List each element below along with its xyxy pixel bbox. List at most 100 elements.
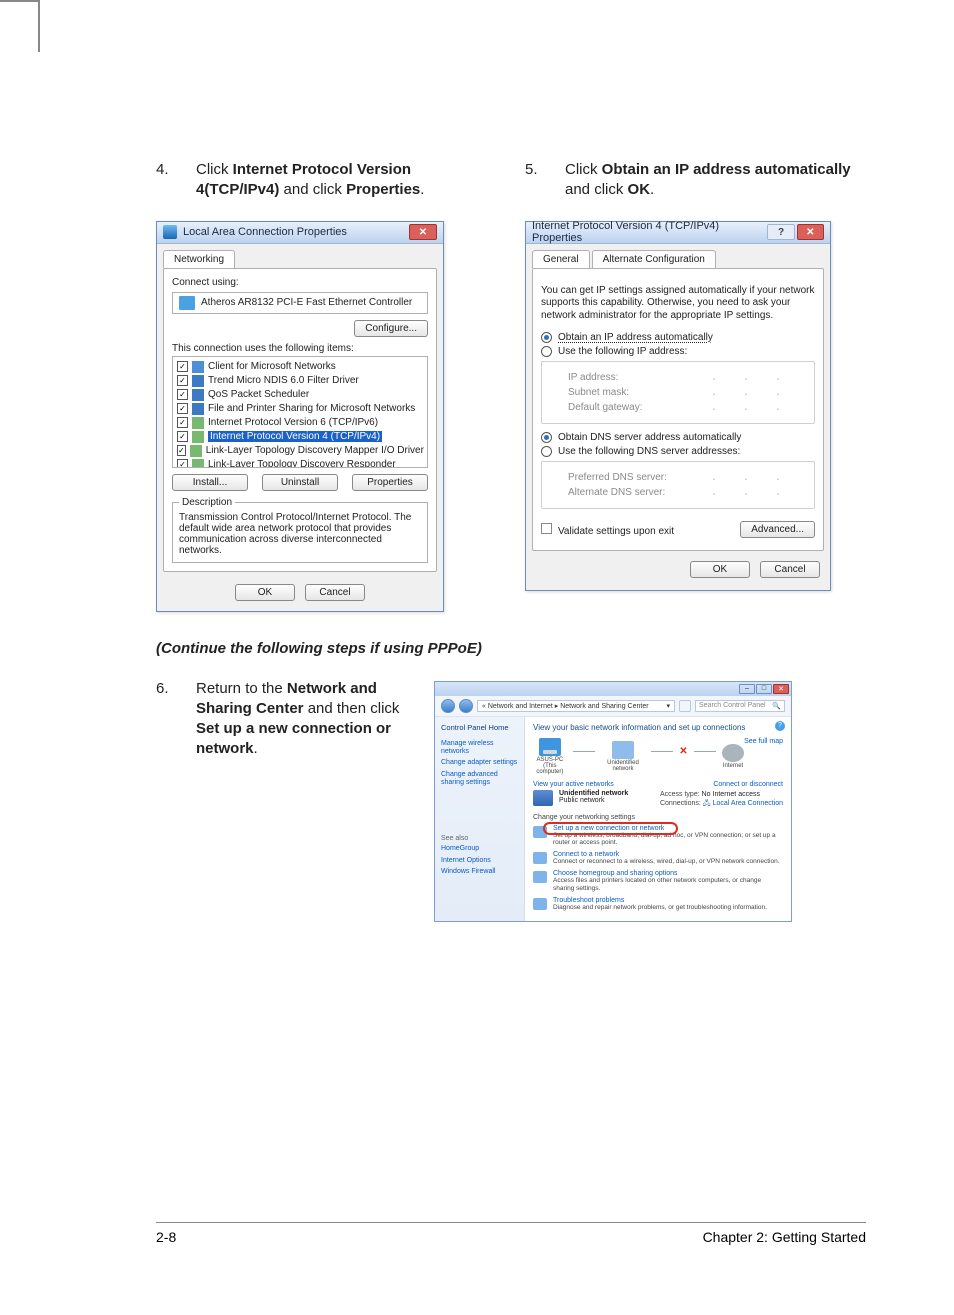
sidebar-link[interactable]: Windows Firewall bbox=[441, 868, 518, 876]
help-icon[interactable]: ? bbox=[775, 721, 785, 731]
subnet-field: . . . bbox=[696, 387, 806, 398]
connections-link[interactable]: Local Area Connection bbox=[713, 800, 783, 807]
list-item: ✓Internet Protocol Version 6 (TCP/IPv6) bbox=[177, 416, 423, 430]
sidebar-link[interactable]: Change advanced sharing settings bbox=[441, 771, 518, 788]
gateway-field: . . . bbox=[696, 402, 806, 413]
t-bold: Properties bbox=[346, 181, 420, 198]
checkbox-icon[interactable]: ✓ bbox=[177, 361, 188, 372]
checkbox-icon[interactable]: ✓ bbox=[177, 389, 188, 400]
dns-fields-group: Preferred DNS server:. . . Alternate DNS… bbox=[541, 461, 815, 509]
radio-icon bbox=[541, 332, 552, 343]
pref-dns-field: . . . bbox=[696, 472, 806, 483]
configure-button[interactable]: Configure... bbox=[354, 320, 428, 337]
validate-label: Validate settings upon exit bbox=[558, 526, 674, 537]
connect-disconnect-link[interactable]: Connect or disconnect bbox=[713, 781, 783, 788]
search-placeholder: Search Control Panel bbox=[699, 702, 766, 709]
alt-dns-label: Alternate DNS server: bbox=[568, 487, 688, 498]
step-6: 6. Return to the Network and Sharing Cen… bbox=[156, 679, 406, 760]
sidebar: Control Panel Home Manage wireless netwo… bbox=[435, 717, 525, 922]
panel-heading: View your basic network information and … bbox=[533, 723, 783, 732]
close-icon[interactable]: ✕ bbox=[797, 224, 824, 240]
breadcrumb[interactable]: « Network and Internet ▸ Network and Sha… bbox=[477, 700, 675, 712]
close-icon[interactable]: ✕ bbox=[409, 224, 437, 240]
task-icon bbox=[533, 826, 547, 838]
control-panel-home-link[interactable]: Control Panel Home bbox=[441, 723, 518, 732]
sidebar-link[interactable]: HomeGroup bbox=[441, 845, 518, 853]
tab-networking[interactable]: Networking bbox=[163, 250, 235, 268]
obtain-dns-radio[interactable]: Obtain DNS server address automatically bbox=[541, 432, 815, 443]
radio-label: Use the following IP address: bbox=[558, 346, 687, 357]
task-subtitle: Connect or reconnect to a wireless, wire… bbox=[553, 858, 780, 866]
task-connect-network[interactable]: Connect to a network Connect or reconnec… bbox=[533, 851, 783, 866]
internet-icon bbox=[722, 744, 744, 762]
use-ip-radio[interactable]: Use the following IP address: bbox=[541, 346, 815, 357]
step-text: Return to the Network and Sharing Center… bbox=[196, 679, 406, 760]
explain-text: You can get IP settings assigned automat… bbox=[541, 285, 815, 323]
nav-bar: « Network and Internet ▸ Network and Sha… bbox=[435, 696, 791, 717]
network-icon bbox=[612, 741, 634, 759]
t-bold: Set up a new connection or network bbox=[196, 720, 391, 757]
validate-checkbox[interactable]: Validate settings upon exit bbox=[541, 523, 674, 537]
checkbox-icon[interactable]: ✓ bbox=[177, 417, 188, 428]
see-full-map-link[interactable]: See full map bbox=[744, 738, 783, 745]
refresh-icon[interactable] bbox=[679, 700, 691, 712]
cancel-button[interactable]: Cancel bbox=[760, 561, 820, 578]
sidebar-link[interactable]: Manage wireless networks bbox=[441, 740, 518, 757]
task-homegroup[interactable]: Choose homegroup and sharing options Acc… bbox=[533, 870, 783, 893]
networking-panel: Connect using: Atheros AR8132 PCI-E Fast… bbox=[163, 268, 437, 572]
titlebar: Local Area Connection Properties ✕ bbox=[157, 222, 443, 244]
search-input[interactable]: Search Control Panel 🔍 bbox=[695, 700, 785, 712]
help-icon[interactable]: ? bbox=[767, 224, 794, 240]
titlebar: Internet Protocol Version 4 (TCP/IPv4) P… bbox=[526, 222, 830, 244]
uninstall-button[interactable]: Uninstall bbox=[262, 474, 338, 491]
checkbox-icon[interactable]: ✓ bbox=[177, 403, 188, 414]
checkbox-icon[interactable]: ✓ bbox=[177, 375, 188, 386]
tab-alternate-configuration[interactable]: Alternate Configuration bbox=[592, 250, 716, 268]
window-body: Control Panel Home Manage wireless netwo… bbox=[435, 717, 791, 922]
checkbox-icon[interactable]: ✓ bbox=[177, 459, 188, 468]
adapter-field[interactable]: Atheros AR8132 PCI-E Fast Ethernet Contr… bbox=[172, 292, 428, 314]
component-icon bbox=[192, 375, 204, 387]
back-icon[interactable] bbox=[441, 699, 455, 713]
sidebar-link[interactable]: Change adapter settings bbox=[441, 759, 518, 767]
task-subtitle: Diagnose and repair network problems, or… bbox=[553, 904, 767, 912]
protocol-icon bbox=[190, 445, 202, 457]
ok-button[interactable]: OK bbox=[235, 584, 295, 601]
properties-button[interactable]: Properties bbox=[352, 474, 428, 491]
step-6-text-col: 6. Return to the Network and Sharing Cen… bbox=[156, 679, 406, 923]
step-6-row: 6. Return to the Network and Sharing Cen… bbox=[156, 679, 866, 923]
tab-general[interactable]: General bbox=[532, 250, 590, 268]
close-icon[interactable]: ✕ bbox=[773, 684, 789, 694]
minimize-icon[interactable]: – bbox=[739, 684, 755, 694]
list-item: ✓Link-Layer Topology Discovery Responder bbox=[177, 458, 423, 468]
description-group: Description Transmission Control Protoco… bbox=[172, 497, 428, 563]
t: . bbox=[254, 740, 258, 757]
radio-label: Use the following DNS server addresses: bbox=[558, 446, 740, 457]
maximize-icon[interactable]: □ bbox=[756, 684, 772, 694]
task-setup-connection[interactable]: Set up a new connection or network Set u… bbox=[533, 825, 783, 848]
install-button[interactable]: Install... bbox=[172, 474, 248, 491]
see-also-heading: See also bbox=[441, 835, 518, 842]
advanced-button[interactable]: Advanced... bbox=[740, 521, 815, 538]
step-number: 5. bbox=[525, 160, 547, 201]
task-title: Set up a new connection or network bbox=[553, 825, 783, 832]
ok-button[interactable]: OK bbox=[690, 561, 750, 578]
t-bold: OK bbox=[628, 181, 651, 198]
task-troubleshoot[interactable]: Troubleshoot problems Diagnose and repai… bbox=[533, 897, 783, 912]
obtain-ip-radio[interactable]: Obtain an IP address automatically bbox=[541, 332, 815, 343]
cancel-button[interactable]: Cancel bbox=[305, 584, 365, 601]
forward-icon[interactable] bbox=[459, 699, 473, 713]
t: and click bbox=[565, 181, 628, 198]
component-icon bbox=[192, 389, 204, 401]
steps-4-5-row: 4. Click Internet Protocol Version 4(TCP… bbox=[156, 160, 866, 612]
checkbox-icon[interactable]: ✓ bbox=[177, 445, 186, 456]
use-dns-radio[interactable]: Use the following DNS server addresses: bbox=[541, 446, 815, 457]
items-listbox[interactable]: ✓Client for Microsoft Networks ✓Trend Mi… bbox=[172, 356, 428, 468]
search-icon: 🔍 bbox=[772, 702, 781, 710]
sidebar-link[interactable]: Internet Options bbox=[441, 857, 518, 865]
list-item: ✓Client for Microsoft Networks bbox=[177, 360, 423, 374]
t: Return to the bbox=[196, 680, 287, 697]
checkbox-icon[interactable]: ✓ bbox=[177, 431, 188, 442]
page-number: 2-8 bbox=[156, 1229, 176, 1245]
tab-row: Networking bbox=[163, 250, 443, 268]
